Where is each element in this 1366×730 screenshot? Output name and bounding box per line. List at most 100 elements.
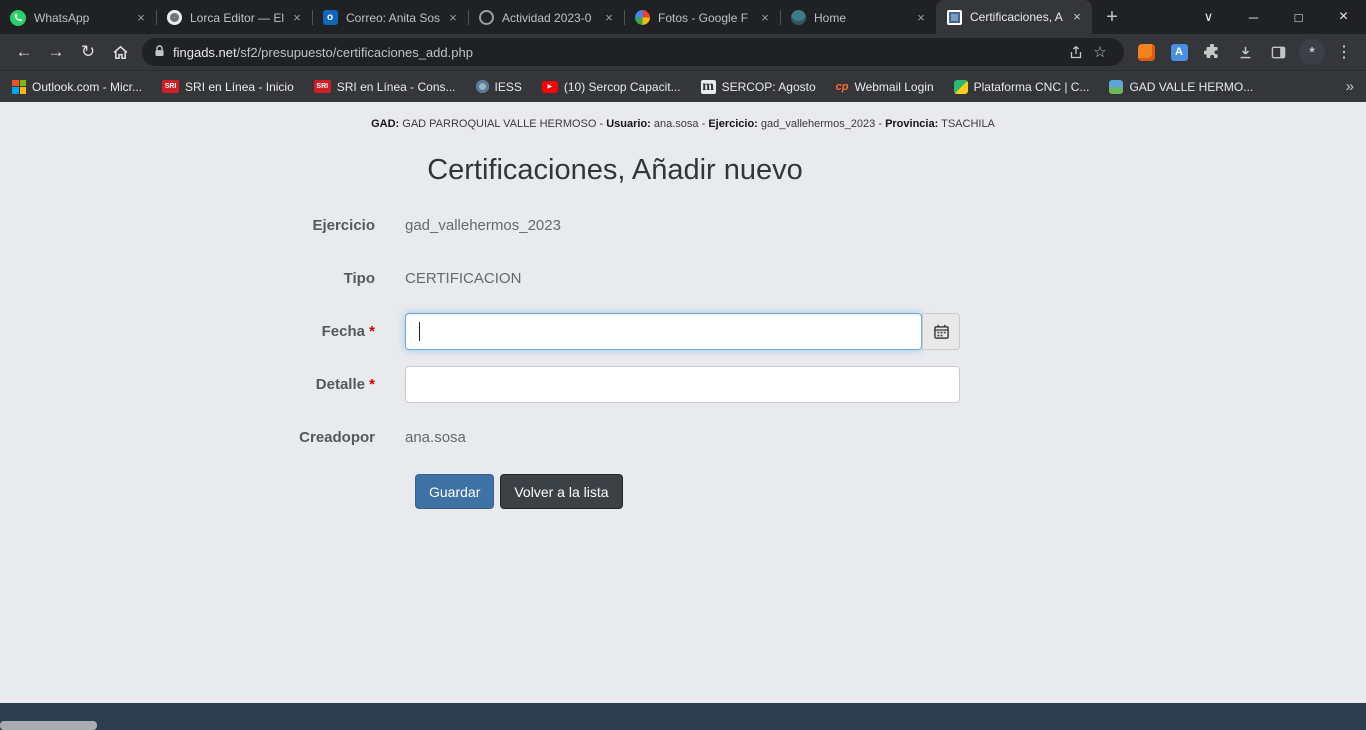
bookmark-sri-consultas[interactable]: SRI SRI en Línea - Cons... bbox=[314, 80, 456, 94]
form-buttons: Guardar Volver a la lista bbox=[415, 474, 960, 509]
tab-close-icon[interactable]: × bbox=[445, 10, 461, 26]
tab-certificaciones-active[interactable]: Certificaciones, A × bbox=[936, 0, 1092, 34]
bookmark-sri-inicio[interactable]: SRI SRI en Línea - Inicio bbox=[162, 80, 294, 94]
browser-window: WhatsApp × Lorca Editor — El × o Correo:… bbox=[0, 0, 1366, 730]
bookmark-sercop-youtube[interactable]: ▶ (10) Sercop Capacit... bbox=[542, 80, 681, 94]
bookmark-star-icon[interactable]: ☆ bbox=[1088, 40, 1112, 64]
tab-title: Correo: Anita Sos bbox=[346, 11, 441, 25]
sri-icon: SRI bbox=[162, 80, 179, 93]
new-tab-button[interactable]: + bbox=[1098, 3, 1126, 31]
share-icon[interactable] bbox=[1064, 40, 1088, 64]
bookmark-gad-valle-hermoso[interactable]: GAD VALLE HERMO... bbox=[1109, 80, 1253, 94]
tab-list-chevron-icon[interactable]: ∨ bbox=[1186, 0, 1231, 34]
tab-title: WhatsApp bbox=[34, 11, 129, 25]
tab-correo-outlook[interactable]: o Correo: Anita Sos × bbox=[312, 1, 468, 34]
bookmark-iess[interactable]: IESS bbox=[476, 80, 522, 94]
required-asterisk: * bbox=[369, 376, 375, 393]
bookmark-sercop-agosto[interactable]: m SERCOP: Agosto bbox=[701, 80, 816, 94]
side-panel-icon[interactable] bbox=[1266, 40, 1290, 64]
gad-icon bbox=[1109, 80, 1123, 94]
fecha-input[interactable] bbox=[405, 313, 922, 350]
back-to-list-button[interactable]: Volver a la lista bbox=[500, 474, 622, 509]
calendar-picker-button[interactable] bbox=[922, 313, 960, 350]
home-favicon-icon bbox=[790, 10, 806, 26]
tab-home[interactable]: Home × bbox=[780, 1, 936, 34]
tab-close-icon[interactable]: × bbox=[757, 10, 773, 26]
reload-button[interactable]: ↻ bbox=[72, 37, 104, 67]
ctx-gad-label: GAD: bbox=[371, 118, 399, 130]
tab-close-icon[interactable]: × bbox=[133, 10, 149, 26]
creadopor-value: ana.sosa bbox=[405, 429, 466, 446]
globe-icon bbox=[478, 10, 494, 26]
translate-icon[interactable]: A bbox=[1167, 40, 1191, 64]
ctx-provincia-value: TSACHILA bbox=[938, 118, 995, 130]
microsoft-icon bbox=[12, 80, 26, 94]
form-row-ejercicio: Ejercicio gad_vallehermos_2023 bbox=[200, 207, 960, 244]
creadopor-label: Creadopor bbox=[200, 429, 375, 446]
ctx-ejercicio-value: gad_vallehermos_2023 bbox=[758, 118, 875, 130]
browser-toolbar: ← → ↻ fingads.net/sf2/presupuesto/certif… bbox=[0, 34, 1366, 70]
tab-google-fotos[interactable]: Fotos - Google F × bbox=[624, 1, 780, 34]
form-row-detalle: Detalle * bbox=[200, 366, 960, 403]
tipo-value: CERTIFICACION bbox=[405, 270, 521, 287]
ctx-provincia-label: Provincia: bbox=[885, 118, 938, 130]
fingads-icon bbox=[946, 9, 962, 25]
form-row-fecha: Fecha * bbox=[200, 313, 960, 350]
tab-title: Home bbox=[814, 11, 909, 25]
extensions-puzzle-icon[interactable] bbox=[1200, 40, 1224, 64]
ejercicio-value: gad_vallehermos_2023 bbox=[405, 217, 561, 234]
ctx-usuario-value: ana.sosa bbox=[651, 118, 699, 130]
whatsapp-icon bbox=[10, 10, 26, 26]
bookmark-webmail[interactable]: cp Webmail Login bbox=[836, 80, 934, 94]
home-button[interactable] bbox=[104, 37, 136, 67]
horizontal-scrollbar-thumb[interactable] bbox=[0, 721, 97, 730]
tab-close-icon[interactable]: × bbox=[913, 10, 929, 26]
ctx-ejercicio-label: Ejercicio: bbox=[708, 118, 758, 130]
cnc-icon bbox=[954, 80, 968, 94]
profile-avatar[interactable]: * bbox=[1299, 39, 1325, 65]
extensions-area: A * ⋮ bbox=[1130, 39, 1358, 65]
tab-title: Certificaciones, A bbox=[970, 10, 1065, 24]
page-footer-bar bbox=[0, 703, 1366, 730]
lock-icon[interactable] bbox=[154, 44, 165, 61]
window-minimize-button[interactable]: ─ bbox=[1231, 0, 1276, 34]
youtube-icon: ▶ bbox=[542, 81, 558, 93]
tab-close-icon[interactable]: × bbox=[1069, 9, 1085, 25]
tab-title: Fotos - Google F bbox=[658, 11, 753, 25]
ctx-usuario-label: Usuario: bbox=[606, 118, 651, 130]
tab-title: Actividad 2023-0 bbox=[502, 11, 597, 25]
ctx-gad-value: GAD PARROQUIAL VALLE HERMOSO bbox=[399, 118, 596, 130]
detalle-input[interactable] bbox=[405, 366, 960, 403]
window-close-button[interactable]: × bbox=[1321, 0, 1366, 34]
tab-whatsapp[interactable]: WhatsApp × bbox=[0, 1, 156, 34]
text-caret bbox=[419, 322, 420, 341]
address-bar[interactable]: fingads.net/sf2/presupuesto/certificacio… bbox=[142, 38, 1124, 66]
url-text: fingads.net/sf2/presupuesto/certificacio… bbox=[173, 45, 1064, 60]
page-title: Certificaciones, Añadir nuevo bbox=[270, 154, 960, 187]
calendar-icon bbox=[934, 324, 949, 339]
context-bar: GAD: GAD PARROQUIAL VALLE HERMOSO - Usua… bbox=[0, 102, 1366, 130]
window-maximize-button[interactable]: □ bbox=[1276, 0, 1321, 34]
lorca-icon bbox=[166, 10, 182, 26]
save-button[interactable]: Guardar bbox=[415, 474, 494, 509]
required-asterisk: * bbox=[369, 323, 375, 340]
form-row-creadopor: Creadopor ana.sosa bbox=[200, 419, 960, 456]
forward-button[interactable]: → bbox=[40, 37, 72, 67]
tab-lorca-editor[interactable]: Lorca Editor — El × bbox=[156, 1, 312, 34]
cpanel-icon: cp bbox=[836, 81, 849, 93]
tab-close-icon[interactable]: × bbox=[601, 10, 617, 26]
ejercicio-label: Ejercicio bbox=[200, 217, 375, 234]
chrome-menu-icon[interactable]: ⋮ bbox=[1334, 42, 1354, 62]
back-button[interactable]: ← bbox=[8, 37, 40, 67]
sercop-icon: m bbox=[701, 80, 716, 94]
bookmark-plataforma-cnc[interactable]: Plataforma CNC | C... bbox=[954, 80, 1090, 94]
extension-orange-icon[interactable] bbox=[1134, 40, 1158, 64]
bookmarks-overflow-chevron[interactable]: » bbox=[1346, 78, 1354, 95]
window-controls: ∨ ─ □ × bbox=[1186, 0, 1366, 34]
bookmark-outlook[interactable]: Outlook.com - Micr... bbox=[12, 80, 142, 94]
tab-close-icon[interactable]: × bbox=[289, 10, 305, 26]
tab-strip: WhatsApp × Lorca Editor — El × o Correo:… bbox=[0, 0, 1366, 34]
page-content: GAD: GAD PARROQUIAL VALLE HERMOSO - Usua… bbox=[0, 102, 1366, 730]
downloads-icon[interactable] bbox=[1233, 40, 1257, 64]
tab-actividad[interactable]: Actividad 2023-0 × bbox=[468, 1, 624, 34]
